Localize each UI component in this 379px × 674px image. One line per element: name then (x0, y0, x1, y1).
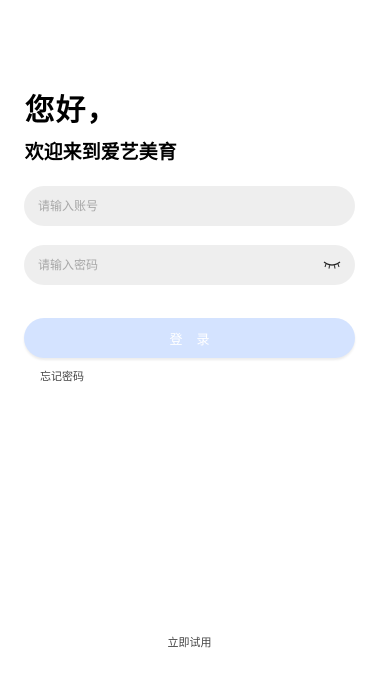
closed-eye-icon[interactable] (323, 259, 341, 271)
login-button[interactable]: 登录 (24, 318, 355, 358)
account-input[interactable] (38, 186, 341, 226)
forgot-password-link[interactable]: 忘记密码 (40, 368, 84, 384)
password-field[interactable] (24, 245, 355, 285)
welcome-subtitle: 欢迎来到爱艺美育 (25, 141, 178, 163)
greeting-title: 您好， (25, 93, 118, 128)
account-field[interactable] (24, 186, 355, 226)
try-now-link[interactable]: 立即试用 (0, 634, 379, 650)
password-input[interactable] (38, 245, 323, 285)
